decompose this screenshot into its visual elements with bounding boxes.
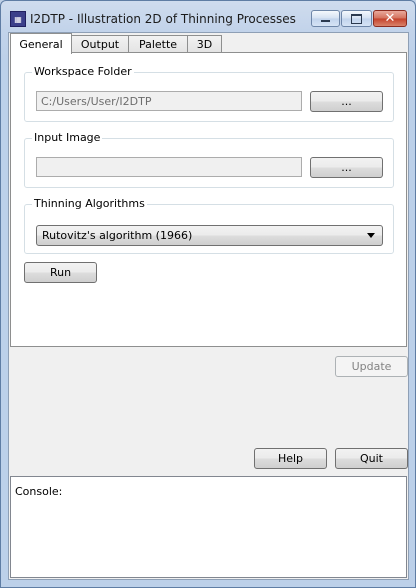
- input-image-group: Input Image ...: [24, 131, 394, 188]
- title-bar[interactable]: ▦ I2DTP - Illustration 2D of Thinning Pr…: [1, 1, 415, 29]
- help-button[interactable]: Help: [254, 448, 327, 469]
- algorithm-select[interactable]: Rutovitz's algorithm (1966): [36, 225, 383, 246]
- workspace-group: Workspace Folder C:/Users/User/I2DTP ...: [24, 65, 394, 122]
- console-area[interactable]: Console:: [10, 476, 407, 578]
- chevron-down-icon: [367, 233, 375, 238]
- client-area: General Output Palette 3D Workspace Fold…: [8, 32, 409, 580]
- minimize-icon: [321, 20, 330, 22]
- run-button[interactable]: Run: [24, 262, 97, 283]
- tab-palette[interactable]: Palette: [128, 35, 188, 53]
- main-window: ▦ I2DTP - Illustration 2D of Thinning Pr…: [0, 0, 416, 588]
- tab-general[interactable]: General: [10, 33, 72, 54]
- workspace-label: Workspace Folder: [32, 65, 134, 78]
- maximize-button[interactable]: [341, 10, 372, 27]
- app-icon[interactable]: ▦: [10, 11, 26, 27]
- maximize-icon: [351, 13, 362, 24]
- algorithms-label: Thinning Algorithms: [32, 197, 147, 210]
- general-panel: Workspace Folder C:/Users/User/I2DTP ...…: [10, 52, 407, 347]
- algorithms-group: Thinning Algorithms Rutovitz's algorithm…: [24, 197, 394, 254]
- quit-button[interactable]: Quit: [335, 448, 408, 469]
- input-image-label: Input Image: [32, 131, 103, 144]
- workspace-browse-button[interactable]: ...: [310, 91, 383, 112]
- input-image-browse-button[interactable]: ...: [310, 157, 383, 178]
- algorithm-selected-value: Rutovitz's algorithm (1966): [42, 229, 193, 242]
- input-image-field[interactable]: [36, 157, 302, 177]
- minimize-button[interactable]: [311, 10, 340, 27]
- close-icon: ✕: [384, 11, 396, 26]
- update-button[interactable]: Update: [335, 356, 408, 377]
- console-label: Console:: [15, 485, 63, 498]
- window-title: I2DTP - Illustration 2D of Thinning Proc…: [30, 12, 296, 26]
- workspace-field[interactable]: C:/Users/User/I2DTP: [36, 91, 302, 111]
- tab-output[interactable]: Output: [71, 35, 129, 53]
- tab-3d[interactable]: 3D: [187, 35, 222, 53]
- close-button[interactable]: ✕: [373, 10, 407, 27]
